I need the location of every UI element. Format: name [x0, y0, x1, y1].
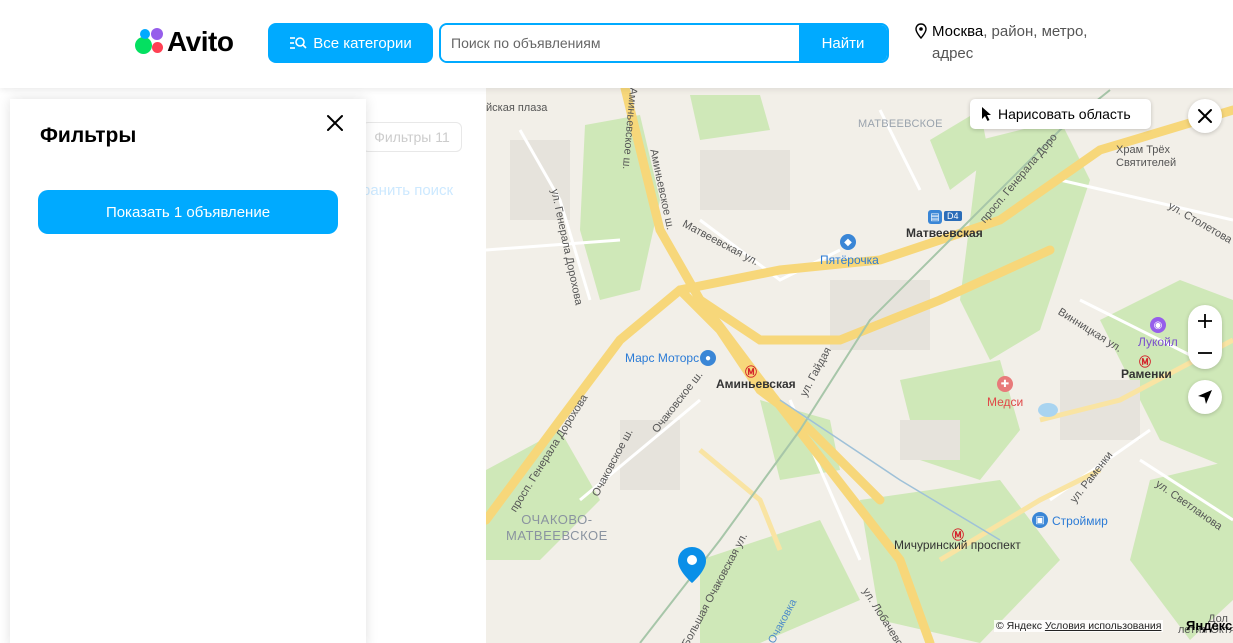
- save-search-faded: ранить поиск: [362, 182, 454, 199]
- map-label-mars-motors[interactable]: Марс Моторс: [625, 351, 699, 365]
- filters-button-faded: Фильтры 11: [362, 122, 462, 152]
- draw-area-button[interactable]: Нарисовать область: [970, 99, 1151, 129]
- close-icon: [327, 115, 343, 131]
- draw-area-label: Нарисовать область: [998, 106, 1131, 122]
- yandex-logo[interactable]: Яндекс: [1186, 618, 1232, 633]
- avito-logo[interactable]: Avito: [135, 26, 234, 57]
- filters-drawer: Фильтры Показать 1 объявление: [10, 99, 366, 643]
- map-label-ochakovo: ОЧАКОВО- МАТВЕЕВСКОЕ: [506, 512, 608, 543]
- map-copyright: © Яндекс Условия использования: [994, 620, 1164, 632]
- map-label-khram: Храм Трёх Святителей: [1116, 144, 1177, 169]
- navigation-arrow-icon: [1198, 390, 1212, 404]
- geolocation-button[interactable]: [1188, 380, 1222, 414]
- terms-link[interactable]: Условия использования: [1045, 620, 1162, 632]
- map-label-district-matveevskoe: МАТВЕЕВСКОЕ: [858, 118, 943, 130]
- map-label-plaza: йская плаза: [486, 102, 548, 114]
- train-station-icon: ▤: [928, 210, 942, 224]
- store-icon[interactable]: ▣: [1032, 512, 1048, 528]
- minus-icon: [1198, 352, 1212, 354]
- all-categories-button[interactable]: Все категории: [268, 23, 433, 63]
- zoom-in-button[interactable]: [1188, 305, 1222, 337]
- all-categories-label: Все категории: [313, 34, 412, 52]
- filters-label: Фильтры: [374, 129, 432, 145]
- categories-search-icon: [289, 36, 307, 50]
- d4-badge: D4: [944, 211, 962, 221]
- car-service-icon[interactable]: ●: [700, 350, 716, 366]
- zoom-controls: [1188, 305, 1222, 369]
- logo-text: Avito: [167, 26, 234, 57]
- shop-icon[interactable]: ◆: [840, 234, 856, 250]
- map-label-ramenki[interactable]: Раменки: [1121, 367, 1172, 381]
- medical-icon[interactable]: ✚: [997, 376, 1013, 392]
- close-icon: [1198, 109, 1212, 123]
- map-pin-icon: [678, 547, 706, 583]
- search-input[interactable]: [441, 25, 799, 61]
- map-label-lukoil[interactable]: Лукойл: [1138, 335, 1178, 349]
- map-label-aminyevskaya[interactable]: Аминьевская: [716, 377, 796, 391]
- fuel-icon[interactable]: ◉: [1150, 317, 1166, 333]
- search-bar: Найти: [439, 23, 889, 63]
- show-results-button[interactable]: Показать 1 объявление: [38, 190, 338, 234]
- map-label-michurinsky[interactable]: Мичуринский проспект: [894, 538, 1021, 552]
- zoom-out-button[interactable]: [1188, 337, 1222, 369]
- search-button[interactable]: Найти: [799, 25, 887, 61]
- cursor-icon: [980, 106, 994, 122]
- header: Avito Все категории Найти Москва, район,…: [0, 0, 1233, 88]
- copyright-text: © Яндекс: [996, 620, 1042, 632]
- logo-dots-icon: [135, 27, 165, 57]
- filters-count: 11: [435, 129, 450, 145]
- listing-marker[interactable]: [677, 545, 707, 585]
- location-pin-icon: [915, 23, 927, 65]
- filters-title: Фильтры: [40, 124, 137, 147]
- location-selector[interactable]: Москва, район, метро, адрес: [915, 21, 1105, 65]
- map-label-medsi[interactable]: Медси: [987, 395, 1023, 409]
- map-label-pyaterochka[interactable]: Пятёрочка: [820, 253, 879, 267]
- plus-icon: [1198, 314, 1212, 328]
- close-filters-button[interactable]: [323, 111, 347, 135]
- close-map-button[interactable]: [1188, 99, 1222, 133]
- map-label-matveevskaya[interactable]: Матвеевская: [906, 226, 983, 240]
- map-label-stroymir[interactable]: Строймир: [1052, 514, 1108, 528]
- location-city: Москва: [932, 23, 984, 40]
